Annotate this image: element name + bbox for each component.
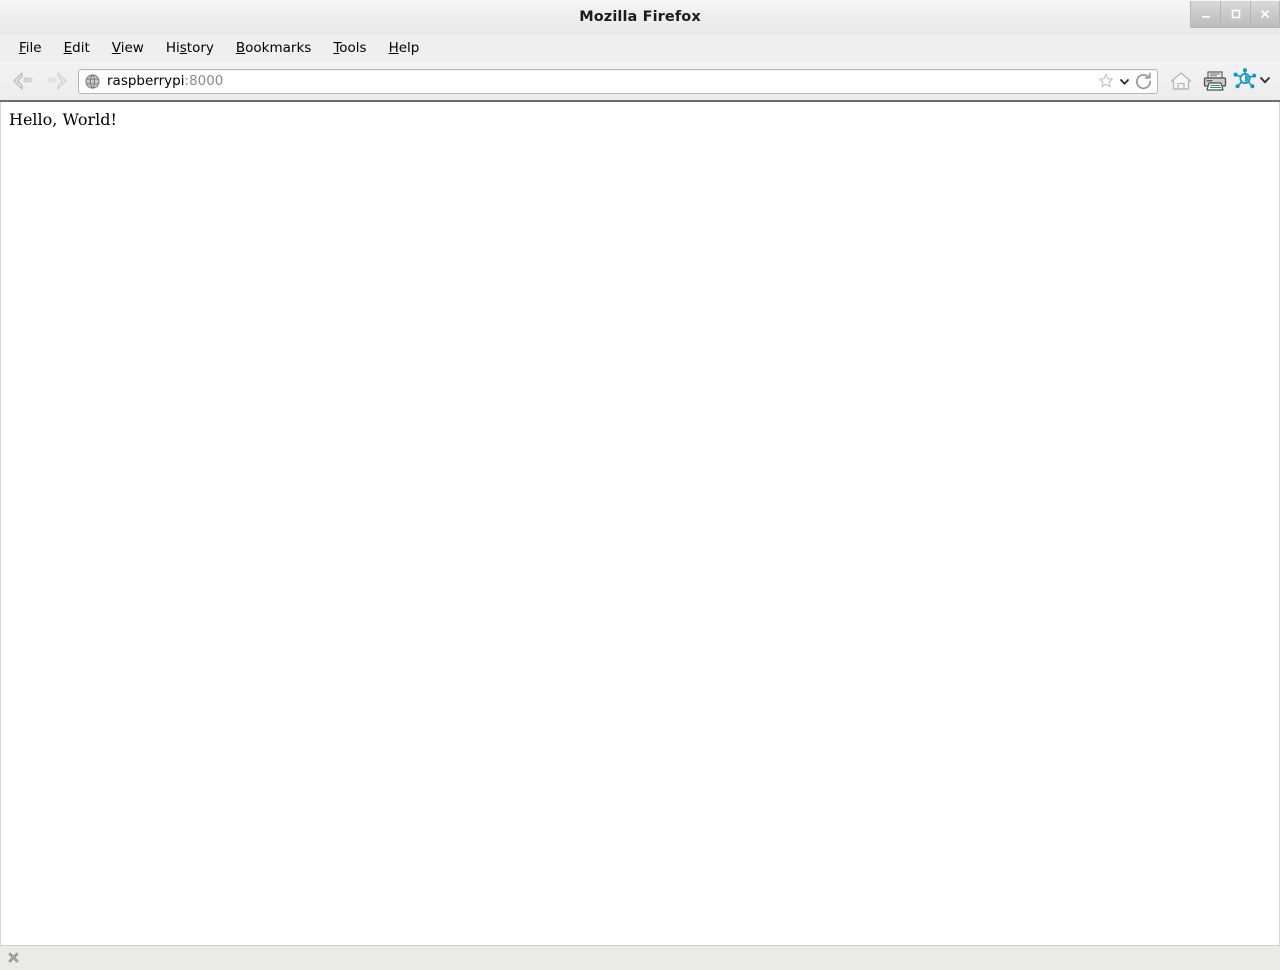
maximize-button[interactable] [1220, 1, 1250, 28]
close-icon [1260, 9, 1270, 19]
reload-icon [1135, 72, 1152, 89]
menu-accel-file: F [19, 40, 26, 56]
maximize-icon [1231, 9, 1240, 19]
close-icon [8, 951, 19, 963]
menu-label-file-post: ile [25, 40, 42, 56]
star-icon [1099, 73, 1113, 88]
menu-label-help-post: elp [398, 40, 420, 56]
back-arrow-icon [13, 72, 33, 90]
menu-label-history-post: tory [186, 40, 214, 56]
menu-accel-history: s [179, 40, 187, 56]
back-button[interactable] [6, 66, 40, 96]
reload-button[interactable] [1133, 71, 1154, 92]
menu-label-tools-post: ools [339, 40, 367, 56]
menu-item-tools[interactable]: Tools [322, 37, 377, 59]
menu-accel-bookmarks: B [235, 40, 246, 56]
print-icon [1203, 71, 1227, 91]
url-bar[interactable]: raspberrypi:8000 [78, 68, 1158, 94]
sync-menu-chevron-button[interactable] [1258, 72, 1272, 91]
print-button[interactable] [1198, 66, 1232, 96]
menu-accel-view: V [111, 40, 121, 56]
window-controls [1190, 0, 1280, 34]
sync-button[interactable] [1232, 67, 1258, 95]
menu-item-view[interactable]: View [101, 37, 155, 59]
menu-accel-help: H [388, 40, 399, 56]
window-title: Mozilla Firefox [579, 8, 701, 25]
forward-arrow-icon [47, 72, 67, 90]
globe-icon [85, 73, 100, 89]
status-bar [0, 945, 1280, 970]
minimize-icon [1201, 16, 1210, 18]
home-button[interactable] [1164, 66, 1198, 96]
menu-label-bookmarks-post: ookmarks [245, 40, 312, 56]
dropdown-marker-button[interactable] [1118, 75, 1131, 88]
chevron-down-icon [1260, 76, 1270, 83]
chevron-down-icon [1120, 78, 1129, 85]
bookmark-star-button[interactable] [1096, 71, 1116, 91]
page-body-text: Hello, World! [9, 110, 117, 129]
menu-item-help[interactable]: Help [378, 37, 431, 59]
status-close-button[interactable] [7, 949, 20, 968]
url-port: :8000 [184, 73, 224, 89]
url-bar-actions [1096, 71, 1154, 92]
url-text: raspberrypi:8000 [107, 73, 1096, 89]
navigation-toolbar: raspberrypi:8000 [0, 62, 1280, 102]
url-host: raspberrypi [107, 73, 185, 89]
menu-label-history-pre: Hi [165, 40, 180, 56]
firefox-window: Mozilla Firefox File Edit View History B… [0, 0, 1280, 970]
menu-item-edit[interactable]: Edit [53, 37, 101, 59]
sync-icon [1233, 68, 1257, 89]
minimize-button[interactable] [1190, 1, 1220, 28]
menu-label-view-post: iew [120, 40, 144, 56]
menu-item-file[interactable]: File [8, 37, 53, 59]
page-content-area: Hello, World! [0, 102, 1280, 945]
menu-bar: File Edit View History Bookmarks Tools H… [0, 34, 1280, 62]
menu-item-bookmarks[interactable]: Bookmarks [225, 37, 322, 59]
sync-menu[interactable] [1232, 67, 1274, 95]
title-bar: Mozilla Firefox [0, 0, 1280, 34]
menu-accel-edit: E [63, 40, 73, 56]
forward-button[interactable] [40, 66, 74, 96]
menu-label-edit-post: dit [72, 40, 90, 56]
menu-item-history[interactable]: History [155, 37, 225, 59]
close-button[interactable] [1250, 1, 1280, 28]
home-icon [1170, 72, 1192, 90]
